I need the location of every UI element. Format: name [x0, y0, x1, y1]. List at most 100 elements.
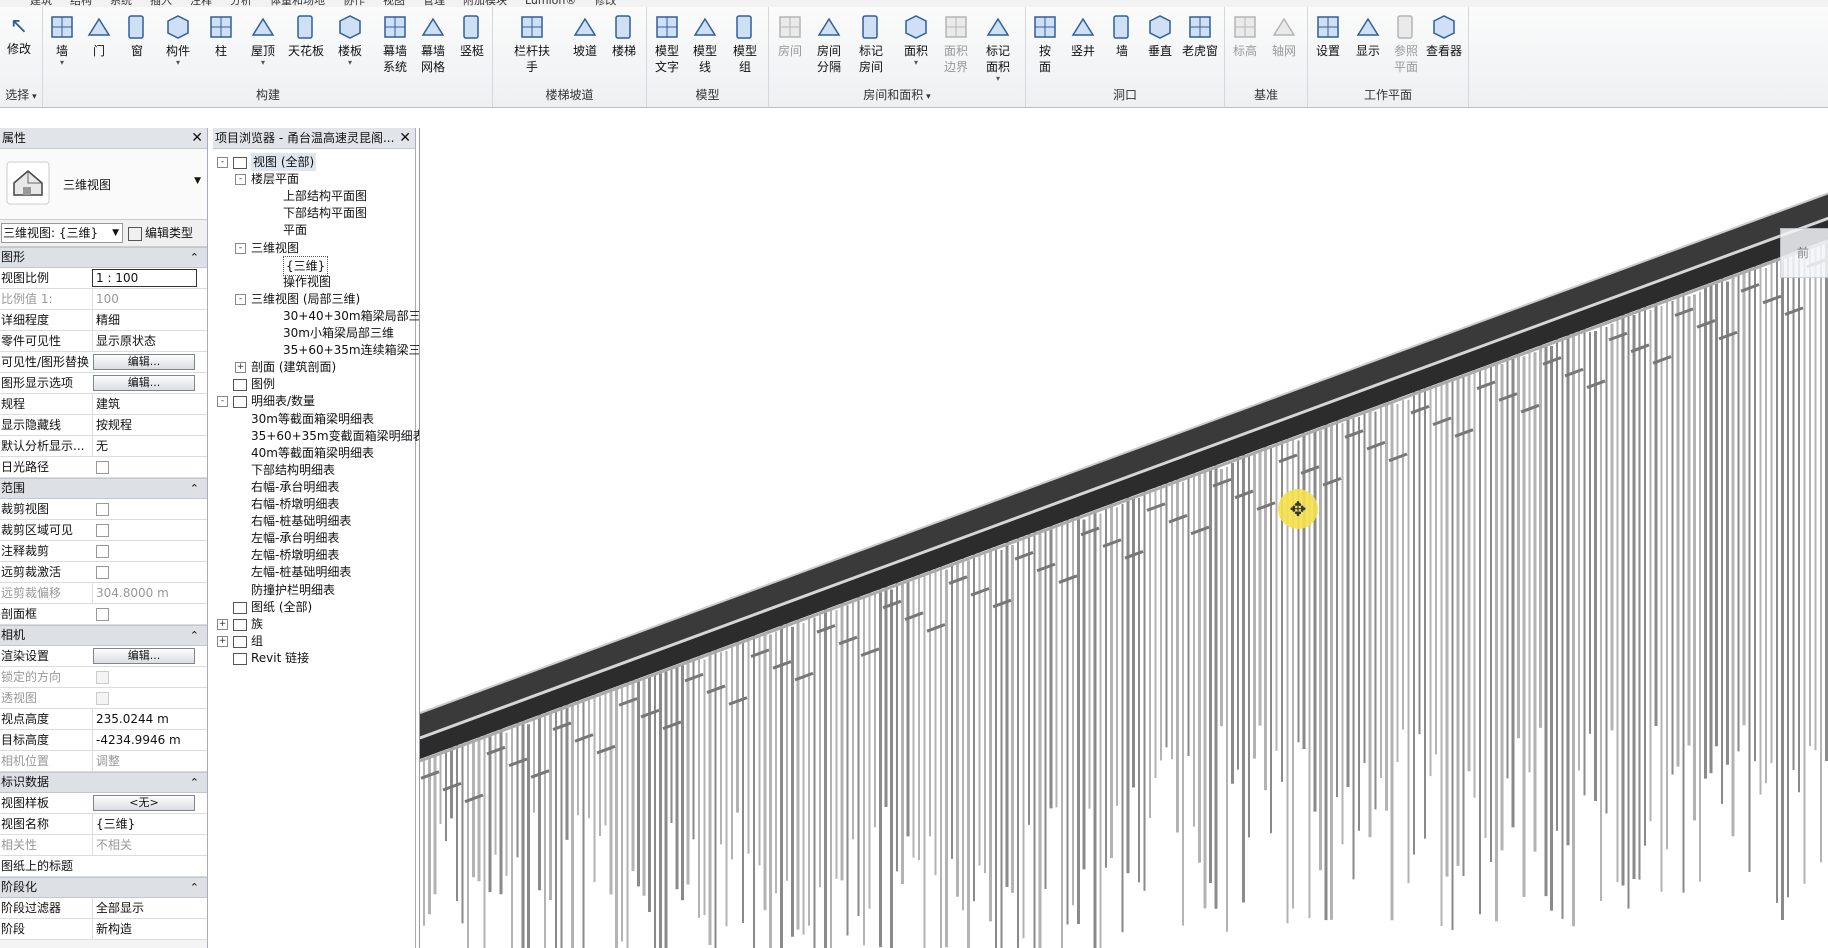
browser-node[interactable]: 35+60+35m连续箱梁三维 [213, 341, 433, 359]
collapse-icon[interactable]: ⌃ [190, 773, 199, 792]
edit-button[interactable]: 编辑... [93, 354, 195, 370]
browser-node[interactable]: + 族 [213, 615, 413, 633]
mullion-button[interactable]: 竖梃 [453, 13, 491, 59]
collapse-icon[interactable]: - [235, 293, 246, 305]
grid-button[interactable]: 轴网 [1265, 13, 1303, 59]
show-workplane-button[interactable]: 显示 [1349, 13, 1387, 59]
browser-node[interactable]: 图例 [213, 375, 413, 393]
property-value[interactable]: 无 [92, 436, 207, 456]
browser-node[interactable]: 左幅-桥墩明细表 [213, 546, 413, 564]
model-line-button[interactable]: 模型 线 [686, 13, 724, 75]
curtain-system-button[interactable]: 幕墙 系统 [376, 13, 414, 75]
bridge-model[interactable]: ✥ [420, 128, 1828, 948]
tag-room-button[interactable]: 标记 房间 [852, 13, 890, 75]
instance-selector[interactable]: 三维视图: {三维} ▼ [1, 223, 123, 243]
viewcube[interactable]: 前 [1780, 228, 1828, 278]
property-group-header[interactable]: 阶段化 ⌃ [0, 877, 207, 898]
roof-button[interactable]: 屋顶 ▾ [244, 13, 282, 67]
component-button[interactable]: 构件 ▾ [159, 13, 197, 67]
dormer-button[interactable]: 老虎窗 [1181, 13, 1219, 59]
property-group-header[interactable]: 相机 ⌃ [0, 625, 207, 646]
shaft-button[interactable]: 竖井 [1064, 13, 1102, 59]
area-button[interactable]: 面积 ▾ [897, 13, 935, 67]
collapse-icon[interactable]: ⌃ [190, 626, 199, 645]
browser-node[interactable]: - 明细表/数量 [213, 392, 413, 410]
chevron-down-icon[interactable]: ▼ [194, 176, 201, 186]
browser-node[interactable]: 30m小箱梁局部三维 [213, 324, 413, 342]
window-button[interactable]: 窗 [118, 13, 156, 59]
browser-node[interactable]: + 剖面 (建筑剖面) [213, 358, 413, 376]
browser-node[interactable]: 操作视图 [213, 273, 413, 291]
collapse-icon[interactable]: - [235, 242, 246, 254]
close-icon[interactable]: ✕ [191, 128, 203, 148]
room-button[interactable]: 房间 [771, 13, 809, 59]
modify-button[interactable]: ↖ 修改 [0, 13, 38, 57]
3d-viewport[interactable]: ✥ 前 [419, 128, 1828, 948]
model-group-button[interactable]: 模型 组 [726, 13, 764, 75]
browser-node[interactable]: {三维} [213, 255, 413, 276]
browser-node[interactable]: 右幅-桩基础明细表 [213, 512, 413, 530]
area-boundary-button[interactable]: 面积 边界 [937, 13, 975, 75]
collapse-icon[interactable]: - [217, 396, 228, 408]
checkbox[interactable] [96, 608, 109, 621]
browser-node[interactable]: 30m等截面箱梁明细表 [213, 410, 413, 428]
collapse-icon[interactable]: ⌃ [190, 248, 199, 267]
edit-button[interactable]: 编辑... [93, 375, 195, 391]
collapse-icon[interactable]: ⌃ [190, 479, 199, 498]
browser-node[interactable]: 下部结构平面图 [213, 204, 413, 222]
browser-node[interactable]: 防撞护栏明细表 [213, 581, 413, 599]
model-text-button[interactable]: 模型 文字 [648, 13, 686, 75]
browser-node[interactable]: 40m等截面箱梁明细表 [213, 444, 413, 462]
browser-node[interactable]: 右幅-桥墩明细表 [213, 495, 413, 513]
chevron-down-icon[interactable]: ▾ [923, 92, 931, 102]
column-button[interactable]: 柱 [202, 13, 240, 59]
stair-button[interactable]: 楼梯 [605, 13, 643, 59]
property-value[interactable]: {三维} [92, 814, 207, 834]
vertical-button[interactable]: 垂直 [1141, 13, 1179, 59]
checkbox[interactable] [96, 461, 109, 474]
set-workplane-button[interactable]: 设置 [1309, 13, 1347, 59]
browser-node[interactable]: Revit 链接 [213, 649, 413, 667]
property-value[interactable]: 全部显示 [92, 898, 207, 918]
collapse-icon[interactable]: ⌃ [190, 878, 199, 897]
floor-button[interactable]: 楼板 ▾ [331, 13, 369, 67]
collapse-icon[interactable]: - [217, 157, 228, 168]
ceiling-button[interactable]: 天花板 [287, 13, 325, 59]
property-group-header[interactable]: 范围 ⌃ [0, 478, 207, 499]
level-button[interactable]: 标高 [1226, 13, 1264, 59]
edit-type-button[interactable]: 编辑类型 [128, 224, 193, 241]
browser-node[interactable]: 左幅-承台明细表 [213, 529, 413, 547]
checkbox[interactable] [96, 545, 109, 558]
browser-node[interactable]: 下部结构明细表 [213, 461, 413, 479]
viewer-button[interactable]: 查看器 [1425, 13, 1463, 59]
door-button[interactable]: 门 [80, 13, 118, 59]
expand-icon[interactable]: + [217, 618, 228, 630]
browser-node[interactable]: - 三维视图 [213, 239, 413, 257]
property-value[interactable]: 建筑 [92, 394, 207, 414]
property-value[interactable]: 精细 [92, 310, 207, 330]
edit-button[interactable]: 编辑... [93, 648, 195, 664]
browser-node[interactable]: - 视图 (全部) [213, 153, 413, 171]
checkbox[interactable] [96, 524, 109, 537]
browser-node[interactable]: 30+40+30m箱梁局部三维 [213, 307, 433, 325]
checkbox[interactable] [96, 503, 109, 516]
browser-node[interactable]: 图纸 (全部) [213, 598, 413, 616]
expand-icon[interactable]: + [235, 362, 246, 374]
property-group-header[interactable]: 图形 ⌃ [0, 247, 207, 268]
railing-button[interactable]: 栏杆扶手 [513, 13, 551, 75]
by-face-button[interactable]: 按 面 [1026, 13, 1064, 75]
checkbox[interactable] [96, 566, 109, 579]
property-group-header[interactable]: 标识数据 ⌃ [0, 772, 207, 793]
property-value-input[interactable]: 1 : 100 [92, 269, 197, 287]
browser-node[interactable]: - 楼层平面 [213, 170, 413, 188]
browser-node[interactable]: 35+60+35m变截面箱梁明细表 [213, 427, 425, 445]
browser-node[interactable]: 平面 [213, 221, 413, 239]
room-separator-button[interactable]: 房间 分隔 [810, 13, 848, 75]
property-value[interactable]: 新构造 [92, 919, 207, 939]
edit-button[interactable]: <无> [93, 795, 195, 811]
close-icon[interactable]: ✕ [399, 128, 411, 148]
property-value[interactable]: -4234.9946 m [92, 730, 207, 750]
browser-node[interactable]: 左幅-桩基础明细表 [213, 563, 413, 581]
expand-icon[interactable]: + [217, 635, 228, 647]
curtain-grid-button[interactable]: 幕墙 网格 [414, 13, 452, 75]
